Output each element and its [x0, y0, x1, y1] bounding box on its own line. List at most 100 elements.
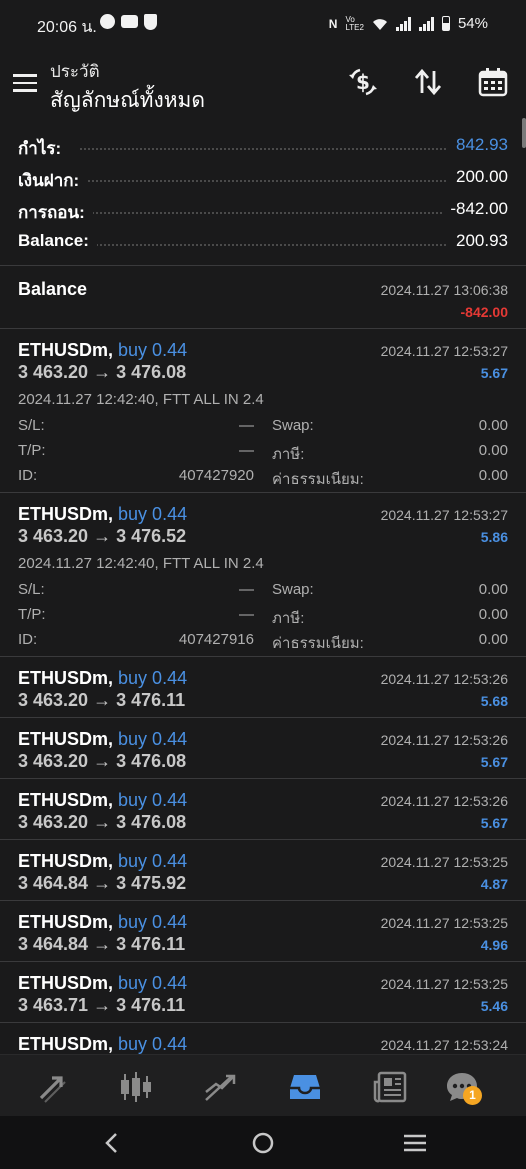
- open-price: 3 463.20: [18, 526, 89, 546]
- menu-icon[interactable]: [13, 74, 37, 92]
- volte-icon: Vo LTE2: [345, 14, 364, 32]
- chart-candles-icon: [121, 1072, 151, 1102]
- close-price: 3 476.08: [116, 812, 187, 832]
- deal-prices: 3 463.20 → 3 476.08: [18, 751, 186, 772]
- deal-row[interactable]: ETHUSDm, buy 0.44 3 463.20 → 3 476.11 20…: [0, 657, 526, 718]
- tax-label: ภาษี:: [272, 446, 305, 463]
- deal-profit: 5.67: [480, 815, 508, 831]
- battery-icon: [441, 16, 450, 31]
- open-price: 3 463.20: [18, 362, 89, 382]
- deal-time: 2024.11.27 12:53:27: [380, 507, 508, 523]
- home-button[interactable]: [248, 1130, 278, 1156]
- deal-title: ETHUSDm, buy 0.44: [18, 851, 187, 872]
- system-navigation-bar: [0, 1116, 526, 1169]
- notification-icons: [100, 14, 157, 30]
- sort-button[interactable]: [408, 64, 448, 100]
- swap-label: Swap:: [272, 581, 314, 598]
- deal-prices: 3 463.20 → 3 476.08: [18, 812, 186, 833]
- balance-value: 200.93: [448, 231, 508, 251]
- deal-symbol: ETHUSDm,: [18, 790, 114, 810]
- sl-label: S/L:: [18, 417, 45, 434]
- deal-row[interactable]: ETHUSDm, buy 0.44 3 463.71 → 3 476.11 20…: [0, 962, 526, 1023]
- nfc-icon: N: [328, 16, 338, 31]
- profit-label: กำไร:: [18, 135, 70, 162]
- close-price: 3 476.11: [116, 934, 186, 954]
- history-list: Balance 2024.11.27 13:06:38 -842.00 ETHU…: [0, 265, 526, 1084]
- signal-2-icon: [418, 16, 434, 31]
- summary-row-withdrawal: การถอน: -842.00: [0, 192, 526, 226]
- open-price: 3 463.71: [18, 995, 89, 1015]
- deal-prices: 3 464.84 → 3 475.92: [18, 873, 186, 894]
- deal-title: ETHUSDm, buy 0.44: [18, 1034, 187, 1055]
- operation-title: Balance: [18, 279, 88, 299]
- deal-time: 2024.11.27 12:53:25: [380, 915, 508, 931]
- sort-arrows-icon: [414, 68, 442, 96]
- sl-value: —: [239, 417, 254, 434]
- open-price: 3 464.84: [18, 934, 89, 954]
- deal-side: buy 0.44: [118, 973, 188, 993]
- deal-details: S/L: — Swap: 0.00 T/P: — ภาษี: 0.00 ID: …: [18, 417, 508, 492]
- deal-prices: 3 463.71 → 3 476.11: [18, 995, 185, 1016]
- deal-row[interactable]: ETHUSDm, buy 0.44 3 464.84 → 3 476.11 20…: [0, 901, 526, 962]
- deal-row-expanded[interactable]: ETHUSDm, buy 0.44 3 463.20 → 3 476.08 20…: [0, 329, 526, 493]
- close-price: 3 476.08: [116, 362, 187, 382]
- detail-row: ID: 407427916 ค่าธรรมเนียม: 0.00: [18, 631, 508, 656]
- nav-chart[interactable]: [114, 1067, 158, 1107]
- nav-trade-history-chart[interactable]: [198, 1067, 242, 1107]
- arrow: →: [93, 812, 112, 832]
- nav-chat[interactable]: 1: [440, 1067, 484, 1107]
- detail-row: ID: 407427920 ค่าธรรมเนียม: 0.00: [18, 467, 508, 492]
- open-price: 3 464.84: [18, 873, 89, 893]
- deal-side: buy 0.44: [118, 340, 188, 360]
- nav-trade[interactable]: [30, 1067, 74, 1107]
- swap-value: 0.00: [478, 417, 508, 434]
- open-price: 3 463.20: [18, 690, 89, 710]
- calendar-button[interactable]: [473, 64, 513, 100]
- currency-toggle-button[interactable]: $: [343, 64, 383, 100]
- balance-operation-row[interactable]: Balance 2024.11.27 13:06:38 -842.00: [0, 266, 526, 329]
- close-price: 3 476.11: [116, 690, 186, 710]
- dot-leader: [80, 148, 446, 150]
- deal-time: 2024.11.27 12:53:24: [380, 1037, 508, 1053]
- withdrawal-label: การถอน:: [18, 199, 93, 226]
- deal-row-expanded[interactable]: ETHUSDm, buy 0.44 3 463.20 → 3 476.52 20…: [0, 493, 526, 657]
- back-button[interactable]: [96, 1130, 126, 1156]
- arrow: →: [93, 690, 112, 710]
- dollar-sync-icon: $: [349, 68, 377, 96]
- deal-row[interactable]: ETHUSDm, buy 0.44 3 464.84 → 3 475.92 20…: [0, 840, 526, 901]
- header-title[interactable]: สัญลักษณ์ทั้งหมด: [50, 84, 205, 117]
- news-icon: [373, 1071, 407, 1103]
- deal-title: ETHUSDm, buy 0.44: [18, 729, 187, 750]
- deal-symbol: ETHUSDm,: [18, 729, 114, 749]
- deal-row[interactable]: ETHUSDm, buy 0.44 3 463.20 → 3 476.08 20…: [0, 779, 526, 840]
- detail-row: S/L: — Swap: 0.00: [18, 417, 508, 442]
- deal-symbol: ETHUSDm,: [18, 1034, 114, 1054]
- dot-leader: [80, 180, 446, 182]
- deal-symbol: ETHUSDm,: [18, 504, 114, 524]
- deal-prices: 3 463.20 → 3 476.08: [18, 362, 186, 383]
- tp-label: T/P:: [18, 442, 46, 459]
- deal-prices: 3 464.84 → 3 476.11: [18, 934, 185, 955]
- deal-side: buy 0.44: [118, 790, 188, 810]
- deal-side: buy 0.44: [118, 668, 188, 688]
- nav-history[interactable]: [283, 1067, 327, 1107]
- deal-prices: 3 463.20 → 3 476.52: [18, 526, 186, 547]
- deal-title: ETHUSDm, buy 0.44: [18, 504, 187, 525]
- deposit-label: เงินฝาก:: [18, 167, 88, 194]
- deal-title: ETHUSDm, buy 0.44: [18, 668, 187, 689]
- nav-news[interactable]: [368, 1067, 412, 1107]
- id-label: ID:: [18, 631, 38, 648]
- deal-symbol: ETHUSDm,: [18, 668, 114, 688]
- svg-text:$: $: [356, 70, 370, 94]
- recents-button[interactable]: [400, 1130, 430, 1156]
- signal-1-icon: [395, 16, 411, 31]
- status-right: N Vo LTE2 54%: [329, 15, 488, 32]
- deal-title: ETHUSDm, buy 0.44: [18, 340, 187, 361]
- deal-profit: 5.67: [480, 365, 508, 381]
- sl-label: S/L:: [18, 581, 45, 598]
- recents-lines-icon: [404, 1134, 426, 1152]
- deal-row[interactable]: ETHUSDm, buy 0.44 3 463.20 → 3 476.08 20…: [0, 718, 526, 779]
- deal-symbol: ETHUSDm,: [18, 340, 114, 360]
- deal-side: buy 0.44: [118, 912, 188, 932]
- chat-badge: 1: [463, 1086, 482, 1105]
